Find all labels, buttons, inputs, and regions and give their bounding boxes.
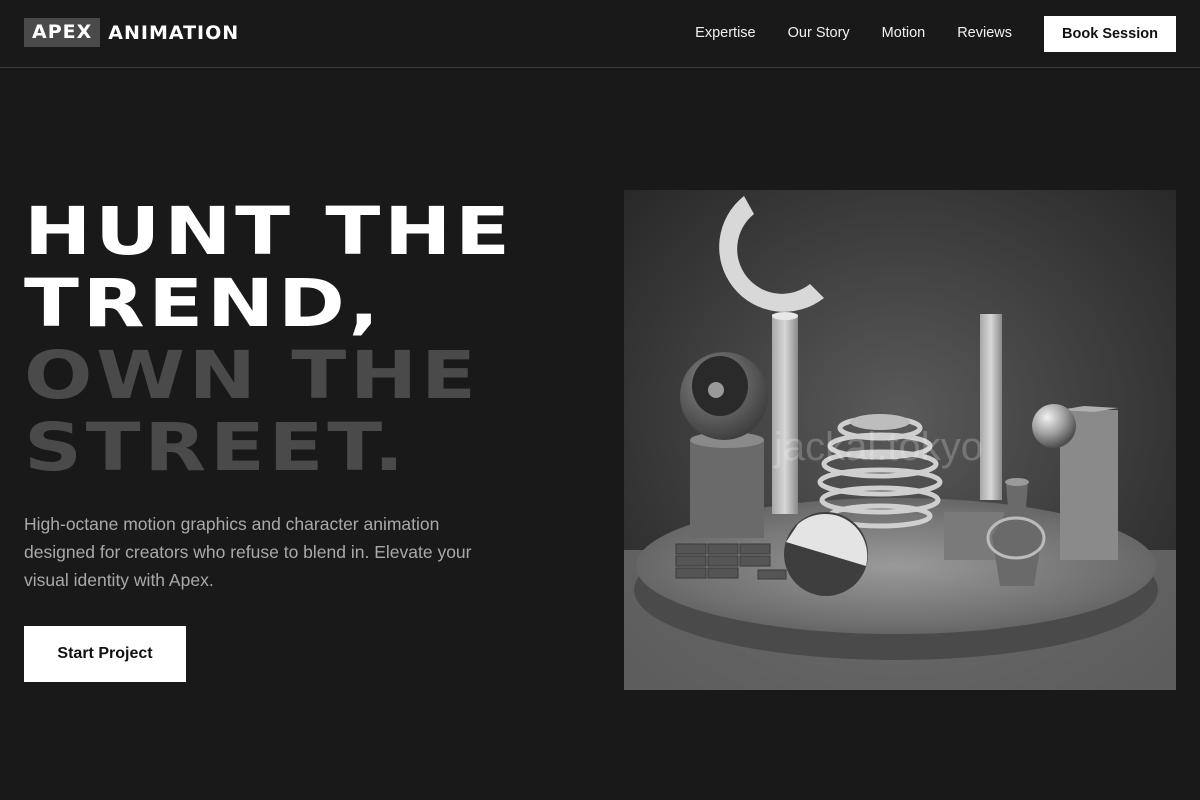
scene-illustration: jackal.tokyo — [624, 190, 1176, 690]
hero-title-line-2: TREND, — [24, 265, 383, 342]
nav-link-motion[interactable]: Motion — [882, 25, 926, 41]
hero-title-line-1: HUNT THE — [24, 193, 514, 270]
nav-link-reviews[interactable]: Reviews — [957, 25, 1012, 41]
scene-watermark: jackal.tokyo — [773, 425, 983, 469]
logo-wordmark: ANIMATION — [108, 21, 240, 44]
hero-title: HUNT THE TREND, OWN THE STREET. — [24, 196, 514, 484]
nav-links: Expertise Our Story Motion Reviews — [663, 0, 1012, 66]
hero-3d-scene-image: jackal.tokyo — [624, 190, 1176, 690]
hero-title-line-3: OWN THE — [24, 337, 480, 414]
logo-box-text: APEX — [24, 18, 101, 47]
nav-link-expertise[interactable]: Expertise — [695, 25, 755, 41]
top-navigation: APEX ANIMATION Expertise Our Story Motio… — [0, 0, 1200, 68]
hero-title-line-4: STREET. — [24, 409, 408, 486]
book-session-button[interactable]: Book Session — [1044, 16, 1176, 52]
start-project-button[interactable]: Start Project — [24, 626, 186, 682]
brand-logo[interactable]: APEX ANIMATION — [24, 18, 239, 47]
nav-link-our-story[interactable]: Our Story — [788, 25, 850, 41]
hero-description: High-octane motion graphics and characte… — [24, 514, 472, 590]
